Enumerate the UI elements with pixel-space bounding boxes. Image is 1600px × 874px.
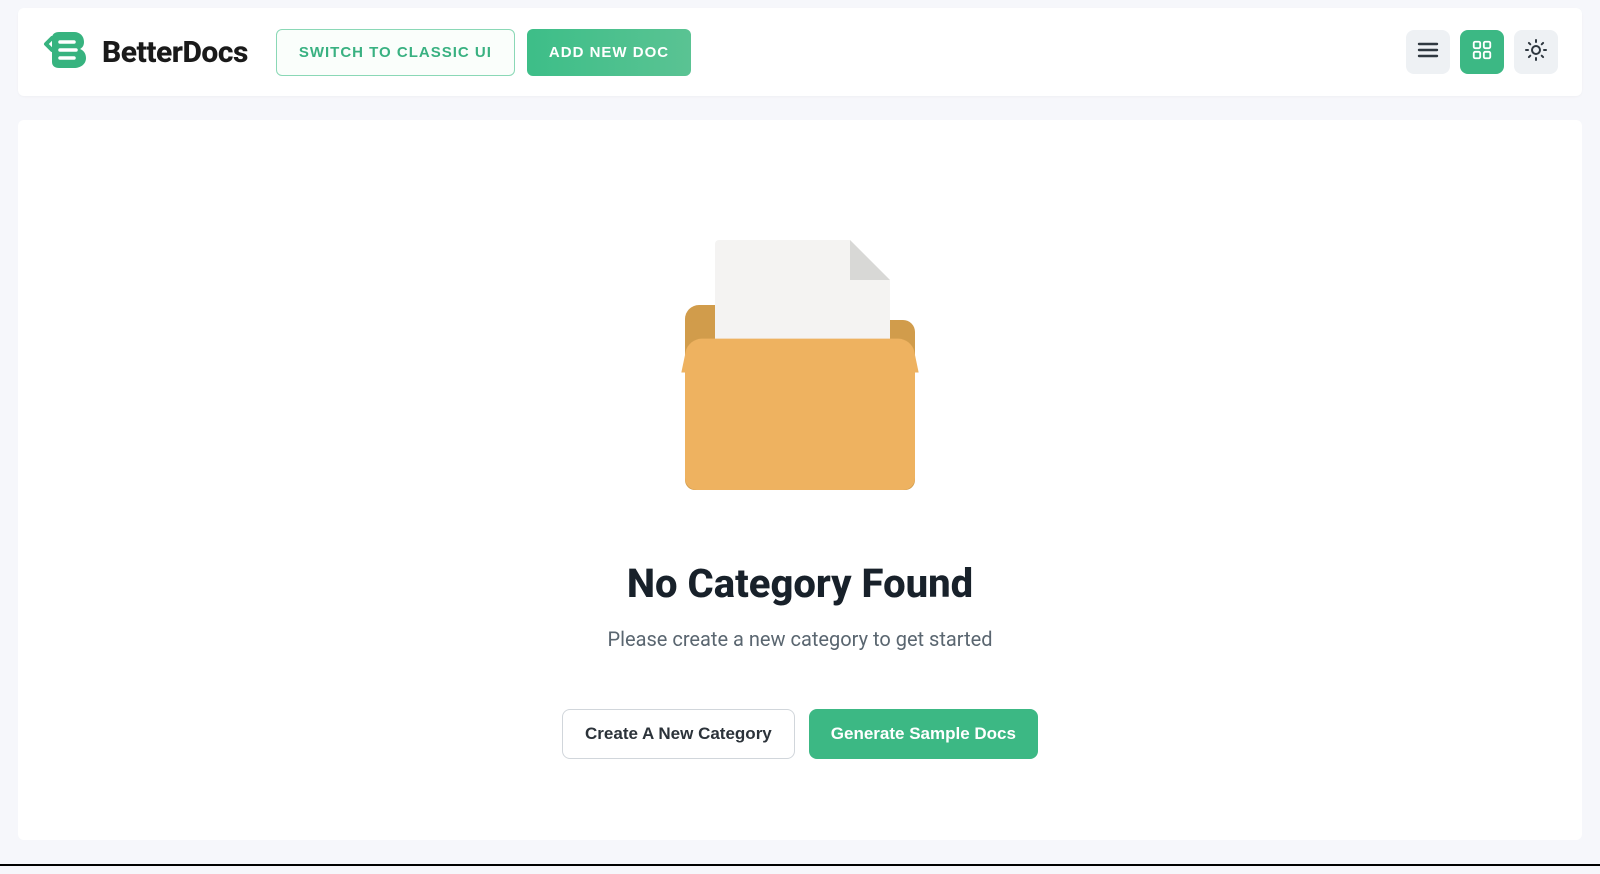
empty-folder-icon [670,240,930,500]
header-view-controls [1406,30,1558,74]
empty-state-subtitle: Please create a new category to get star… [608,627,993,651]
create-category-button[interactable]: Create A New Category [562,709,795,759]
brand-logo-icon [42,26,90,78]
grid-view-button[interactable] [1460,30,1504,74]
empty-state-actions: Create A New Category Generate Sample Do… [562,709,1038,759]
app-header: BetterDocs SWITCH TO CLASSIC UI ADD NEW … [18,8,1582,96]
add-new-doc-button[interactable]: ADD NEW DOC [527,29,691,76]
theme-toggle-button[interactable] [1514,30,1558,74]
list-view-button[interactable] [1406,30,1450,74]
switch-classic-ui-button[interactable]: SWITCH TO CLASSIC UI [276,29,515,76]
sun-icon [1524,38,1548,66]
menu-icon [1416,38,1440,66]
brand-name: BetterDocs [102,35,248,70]
empty-state-title: No Category Found [627,560,973,607]
brand: BetterDocs [42,26,248,78]
header-primary-actions: SWITCH TO CLASSIC UI ADD NEW DOC [276,29,691,76]
main-content: No Category Found Please create a new ca… [18,120,1582,840]
grid-icon [1471,39,1493,65]
generate-sample-docs-button[interactable]: Generate Sample Docs [809,709,1038,759]
